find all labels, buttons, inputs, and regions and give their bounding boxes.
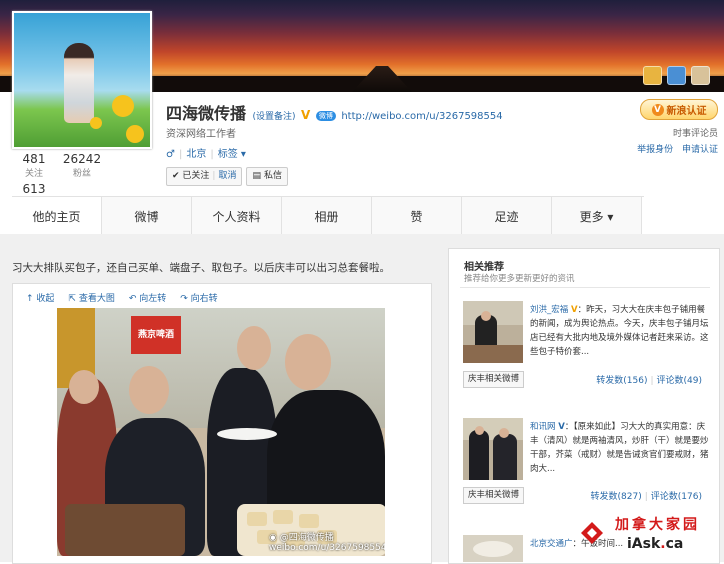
unfollow-link[interactable]: 取消 xyxy=(218,168,236,185)
profile-name-row: 四海微传播 (设置备注) V 微博 http://weibo.com/u/326… xyxy=(166,100,503,124)
followed-label: ✔ 已关注 xyxy=(172,171,210,181)
collapse-link[interactable]: ↑ 收起 xyxy=(26,291,54,304)
photo-head xyxy=(237,326,271,370)
stat-following[interactable]: 481 关注 xyxy=(22,152,46,179)
set-note-link[interactable]: (设置备注) xyxy=(253,112,296,122)
photo-head xyxy=(69,370,99,404)
medal-icon[interactable] xyxy=(643,66,662,85)
photo-watermark: ◉ @四海微传播 xyxy=(269,533,334,543)
related-author-link[interactable]: 刘洪_宏福 xyxy=(530,305,568,315)
stat-followers[interactable]: 26242 粉丝 xyxy=(62,152,102,179)
location-link[interactable]: 北京 xyxy=(186,149,206,160)
related-text: 和讯网 V：【原来如此】习大大的真实用意：庆丰（清风）就是两袖清风，炒肝（干）就… xyxy=(530,422,709,474)
watermark-cn: 加拿大家园 xyxy=(615,517,700,533)
profile-actions: ✔ 已关注 | 取消 ▤ 私信 xyxy=(166,167,288,186)
related-thumb[interactable] xyxy=(463,535,523,562)
photo-plate xyxy=(217,428,277,440)
site-watermark: 加拿大家园 iAsk.ca xyxy=(575,508,724,562)
photo-head xyxy=(129,366,169,414)
verified-icon: V xyxy=(570,305,578,315)
tags-dropdown[interactable]: 标签 ▾ xyxy=(218,149,246,160)
tab-album[interactable]: 相册 xyxy=(282,197,372,235)
tab-weibo[interactable]: 微博 xyxy=(102,197,192,235)
related-text: 刘洪_宏福 V：昨天，习大大在庆丰包子铺用餐的新闻，成为舆论热点。今天，庆丰包子… xyxy=(530,305,709,357)
rotate-left-link[interactable]: ↶ 向左转 xyxy=(129,291,166,304)
profile-name: 四海微传播 xyxy=(166,104,247,123)
post-text: 习大大排队买包子，还自己买单、端盘子、取包子。以后庆丰可以出习总套餐啦。 xyxy=(12,262,390,274)
stat-value: 26242 xyxy=(62,152,102,166)
tab-likes[interactable]: 赞 xyxy=(372,197,462,235)
avatar-flower xyxy=(90,117,102,129)
verify-role: 时事评论员 xyxy=(672,129,718,139)
profile-job: 资深网络工作者 xyxy=(166,129,236,140)
related-thumb[interactable] xyxy=(463,418,523,480)
envelope-icon: ▤ xyxy=(252,171,261,181)
related-subtitle: 推荐给你更多更新更好的资讯 xyxy=(464,274,575,284)
repost-count-link[interactable]: 转发数(827) xyxy=(591,492,642,502)
male-icon: ♂ xyxy=(166,149,175,160)
watermark-en: iAsk.ca xyxy=(627,536,684,552)
profile-nav: 他的主页 微博 个人资料 相册 赞 足迹 更多 ▾ xyxy=(12,196,644,236)
related-weibo-button[interactable]: 庆丰相关微博 xyxy=(463,371,525,388)
related-title: 相关推荐 xyxy=(464,262,504,273)
followed-button[interactable]: ✔ 已关注 | 取消 xyxy=(166,167,243,186)
card-icon[interactable] xyxy=(691,66,710,85)
iask-logo-icon xyxy=(581,522,603,544)
stat-label: 粉丝 xyxy=(72,169,91,179)
rotate-right-link[interactable]: ↷ 向右转 xyxy=(180,291,217,304)
stat-weibo[interactable]: 613 xyxy=(22,182,46,196)
report-identity-link[interactable]: 举报身份 xyxy=(637,145,673,155)
profile-url[interactable]: http://weibo.com/u/3267598554 xyxy=(341,111,502,122)
photo-beer-sign: 燕京啤酒 xyxy=(131,316,181,354)
tool-icon[interactable] xyxy=(667,66,686,85)
avatar-flower xyxy=(112,95,134,117)
apply-verify-link[interactable]: 申请认证 xyxy=(682,145,718,155)
verify-label: 新浪认证 xyxy=(666,106,707,117)
message-label: 私信 xyxy=(263,171,282,181)
related-counts: 转发数(156) | 评论数(49) xyxy=(596,376,702,386)
verify-badge[interactable]: V 新浪认证 xyxy=(640,99,718,120)
photo-watermark-url: weibo.com/u/3267598554 xyxy=(269,543,385,553)
weibo-tag: 微博 xyxy=(315,111,336,121)
message-button[interactable]: ▤ 私信 xyxy=(246,167,288,186)
repost-count-link[interactable]: 转发数(156) xyxy=(596,376,647,386)
related-author-link[interactable]: 和讯网 xyxy=(530,422,556,432)
tab-footprint[interactable]: 足迹 xyxy=(462,197,552,235)
related-author-link[interactable]: 北京交通广 xyxy=(530,539,573,549)
related-thumb[interactable] xyxy=(463,301,523,363)
verify-links: 举报身份 申请认证 xyxy=(637,142,718,155)
tab-home[interactable]: 他的主页 xyxy=(12,197,102,235)
stat-value: 613 xyxy=(22,182,46,196)
avatar[interactable] xyxy=(12,11,152,149)
tab-profile[interactable]: 个人资料 xyxy=(192,197,282,235)
weibo-logo-icon: V xyxy=(651,103,664,116)
view-large-link[interactable]: ⇱ 查看大图 xyxy=(68,291,114,304)
related-weibo-button[interactable]: 庆丰相关微博 xyxy=(463,487,525,504)
profile-location-row: ♂ | 北京 | 标签 ▾ xyxy=(166,149,246,160)
stat-value: 481 xyxy=(22,152,46,166)
comment-count-link[interactable]: 评论数(49) xyxy=(657,376,702,386)
post-photo[interactable]: 燕京啤酒 ◉ @四海微传播 weibo.com/u/3267598554 xyxy=(57,308,385,556)
verified-icon: V xyxy=(301,108,311,122)
cover-toolbar xyxy=(643,66,710,85)
tab-more[interactable]: 更多 ▾ xyxy=(552,197,642,235)
post-media-actions: ↑ 收起 ⇱ 查看大图 ↶ 向左转 ↷ 向右转 xyxy=(26,291,218,304)
stat-label: 关注 xyxy=(24,169,43,179)
avatar-figure xyxy=(64,43,94,123)
photo-tray xyxy=(65,504,185,556)
comment-count-link[interactable]: 评论数(176) xyxy=(651,492,702,502)
verified-icon: V xyxy=(558,422,565,432)
avatar-flower xyxy=(126,125,144,143)
weibo-eye-icon: ◉ xyxy=(269,533,280,543)
divider xyxy=(460,287,710,288)
related-counts: 转发数(827) | 评论数(176) xyxy=(590,492,702,502)
photo-head xyxy=(285,334,331,390)
